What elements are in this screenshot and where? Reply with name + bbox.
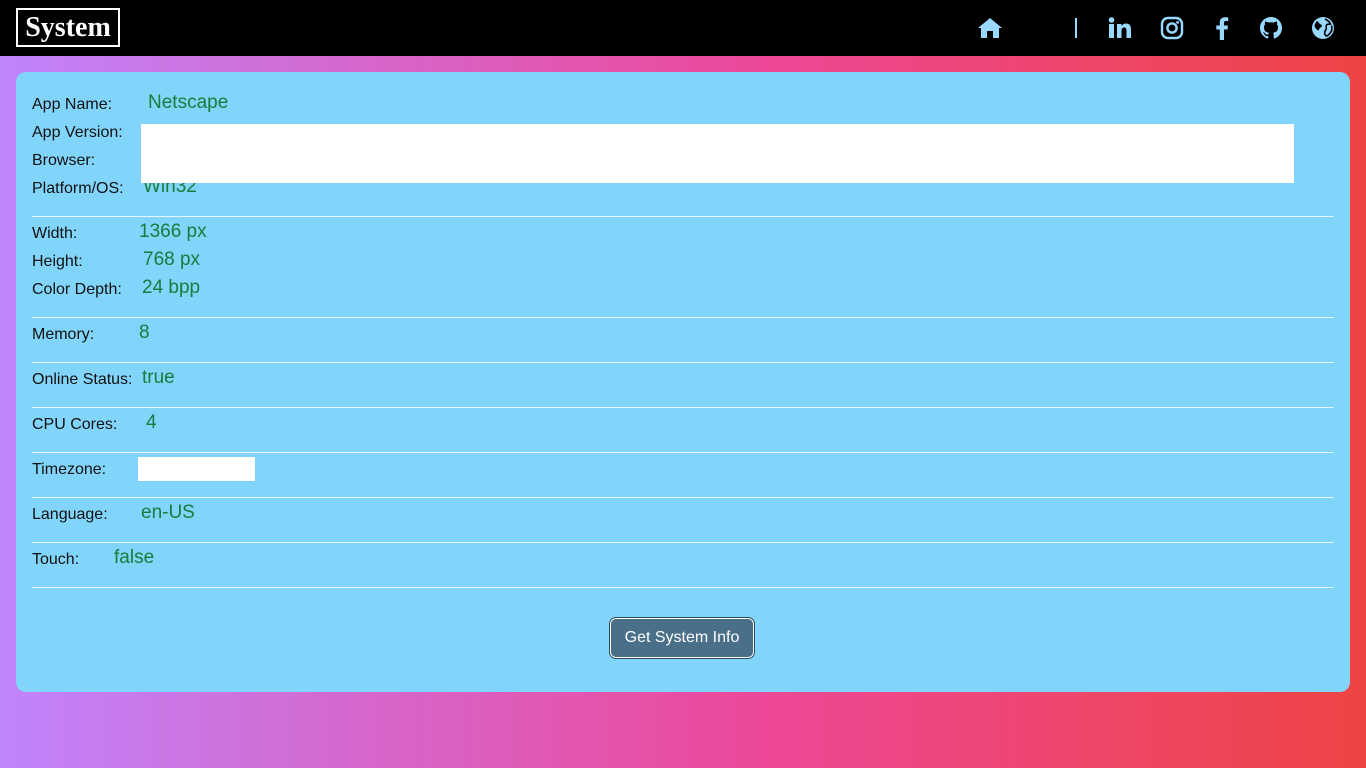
- touch-label: Touch:: [32, 551, 80, 568]
- get-system-info-button[interactable]: Get System Info: [610, 618, 754, 658]
- height-value: 768 px: [143, 249, 201, 270]
- platform-label: Platform/OS:: [32, 180, 124, 197]
- home-icon[interactable]: [976, 14, 1004, 42]
- app-name-value: Netscape: [148, 92, 229, 113]
- height-label: Height:: [32, 253, 83, 270]
- divider: [32, 317, 1334, 318]
- online-status-value: true: [142, 367, 175, 388]
- cpu-cores-label: CPU Cores:: [32, 416, 118, 433]
- cpu-cores-value: 4: [146, 412, 157, 433]
- linkedin-icon[interactable]: [1106, 14, 1134, 42]
- color-depth-label: Color Depth:: [32, 281, 122, 298]
- divider: [32, 362, 1334, 363]
- browser-label: Browser:: [32, 152, 96, 169]
- color-depth-value: 24 bpp: [142, 277, 201, 298]
- instagram-icon[interactable]: [1158, 14, 1186, 42]
- divider: [32, 216, 1334, 217]
- divider: [32, 452, 1334, 453]
- divider: [32, 407, 1334, 408]
- app-name-label: App Name:: [32, 96, 113, 113]
- width-value: 1366 px: [139, 221, 207, 242]
- redaction-block-version: [141, 124, 1294, 183]
- divider: [32, 542, 1334, 543]
- width-label: Width:: [32, 225, 78, 242]
- language-value: en-US: [141, 502, 195, 523]
- github-icon[interactable]: [1257, 14, 1285, 42]
- system-info-card: App Name: Netscape App Version: Browser:…: [16, 72, 1350, 692]
- online-status-label: Online Status:: [32, 371, 133, 388]
- touch-value: false: [114, 547, 155, 568]
- nav-separator: [1075, 18, 1077, 38]
- memory-value: 8: [139, 322, 150, 343]
- timezone-label: Timezone:: [32, 461, 107, 478]
- memory-label: Memory:: [32, 326, 95, 343]
- navbar: System: [0, 0, 1366, 56]
- redaction-block-timezone: [138, 457, 255, 481]
- app-version-label: App Version:: [32, 124, 123, 141]
- divider: [32, 497, 1334, 498]
- globe-icon[interactable]: [1309, 14, 1337, 42]
- brand-logo[interactable]: System: [16, 8, 120, 47]
- divider: [32, 587, 1334, 588]
- facebook-icon[interactable]: [1208, 14, 1236, 42]
- language-label: Language:: [32, 506, 108, 523]
